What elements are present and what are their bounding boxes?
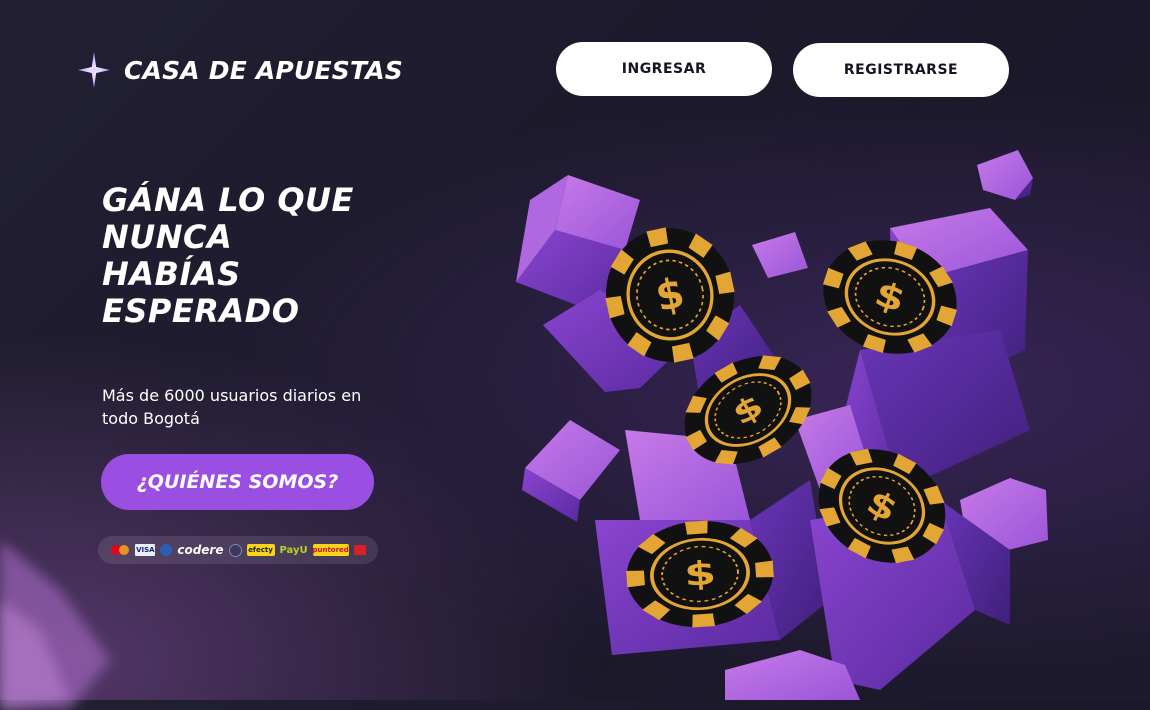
cube-shape bbox=[977, 150, 1033, 200]
cube-shape bbox=[522, 420, 620, 522]
hero-illustration: $ bbox=[516, 150, 1048, 700]
cube-shape bbox=[752, 232, 808, 278]
